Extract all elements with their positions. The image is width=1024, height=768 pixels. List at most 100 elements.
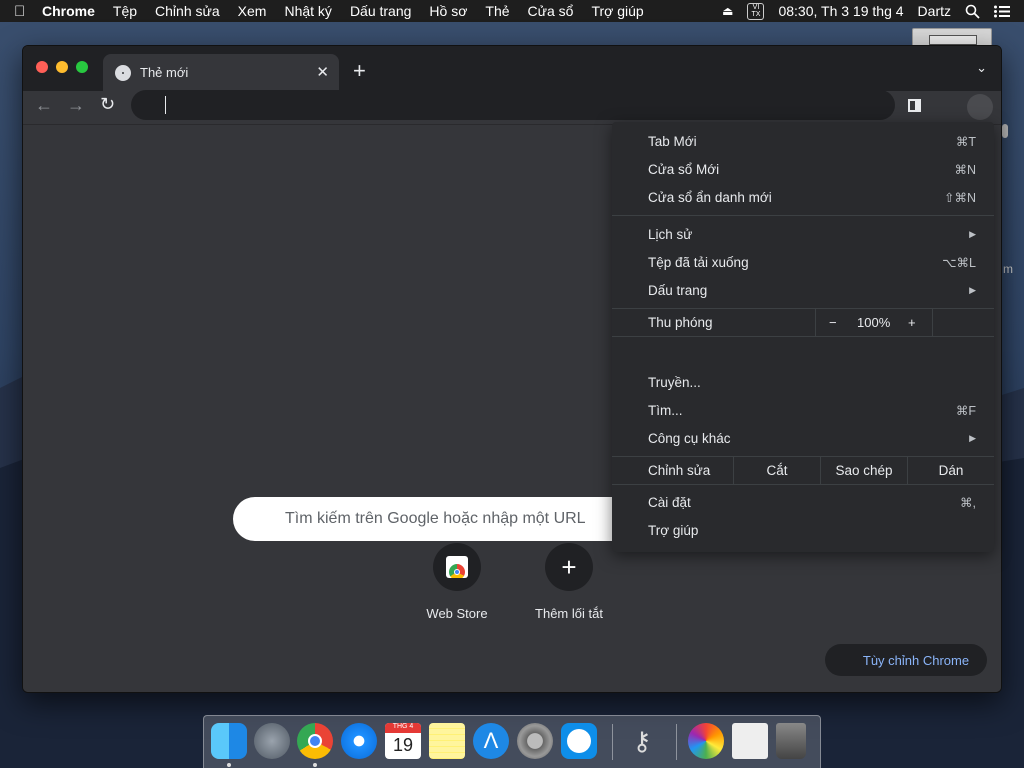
cut-button[interactable]: Cắt [734, 456, 820, 484]
menu-item-zoom: Thu phóng − 100% + [612, 308, 994, 336]
menu-item-label: Cửa sổ Mới [648, 161, 720, 177]
menu-profiles[interactable]: Hồ sơ [429, 3, 467, 19]
tab-title: Thẻ mới [140, 65, 189, 80]
menu-item-edit: Chỉnh sửa Cắt Sao chép Dán [612, 456, 994, 484]
menu-item-label: Cửa sổ ẩn danh mới [648, 189, 772, 205]
menu-history[interactable]: Nhật ký [284, 3, 331, 19]
chrome-icon[interactable] [297, 723, 333, 759]
tab-new-tab[interactable]: Thẻ mới ✕ [103, 54, 339, 91]
menu-item-downloads[interactable]: Tệp đã tải xuống ⌥⌘L [612, 248, 994, 276]
menu-item-settings[interactable]: Cài đặt ⌘, [612, 488, 994, 516]
teamviewer-arrows-icon [567, 729, 591, 753]
menu-item-label: Truyền... [648, 374, 701, 390]
menu-item-label: Tìm... [648, 402, 683, 418]
menu-shortcut: ⇧⌘N [943, 190, 976, 205]
trash-icon[interactable] [776, 723, 806, 759]
menu-item-find[interactable]: Tìm... ⌘F [612, 396, 994, 424]
running-indicator [227, 763, 231, 767]
apple-icon[interactable]:  [14, 3, 42, 20]
zoom-level: 100% [857, 314, 891, 330]
menu-shortcut: ⌘F [955, 403, 976, 418]
launchpad-icon[interactable] [254, 723, 290, 759]
menu-shortcut: ⌘N [954, 162, 976, 177]
zoom-divider [815, 308, 816, 336]
safari-icon[interactable] [341, 723, 377, 759]
shortcut-add[interactable]: + Thêm lối tắt [509, 543, 629, 621]
menu-file[interactable]: Tệp [113, 3, 137, 19]
address-bar[interactable] [131, 90, 895, 120]
chrome-icon-center [308, 734, 322, 748]
search-box[interactable]: Tìm kiếm trên Google hoặc nhập một URL [233, 497, 653, 541]
menu-item-label: Lịch sử [648, 226, 693, 242]
menu-shortcut: ⌥⌘L [942, 255, 976, 270]
menu-shortcut: ⌘T [955, 134, 976, 149]
menu-clock[interactable]: 08:30, Th 3 19 thg 4 [778, 3, 903, 19]
chrome-menu-button[interactable] [967, 94, 993, 120]
paste-button[interactable]: Dán [908, 456, 994, 484]
shortcut-label: Thêm lối tắt [535, 606, 603, 621]
web-store-icon-container [433, 543, 481, 591]
menu-window[interactable]: Cửa sổ [528, 3, 574, 19]
menu-tab[interactable]: Thẻ [485, 3, 509, 19]
menu-item-label: Thu phóng [648, 314, 713, 330]
close-window-button[interactable] [36, 61, 48, 73]
desktop-edge-label: m [1003, 262, 1013, 276]
menu-view[interactable]: Xem [238, 3, 267, 19]
forward-arrow-icon[interactable]: → [67, 95, 85, 116]
input-method-bottom: TX [751, 11, 761, 18]
menu-user[interactable]: Dartz [918, 3, 951, 19]
menu-item-bookmarks[interactable]: Dấu trang ▶ [612, 276, 994, 304]
menu-item-label: Cài đặt [648, 494, 691, 510]
side-panel-icon[interactable] [908, 99, 921, 112]
notification-center-icon[interactable] [994, 5, 1010, 18]
menu-app-name[interactable]: Chrome [42, 3, 95, 19]
menu-item-label: Trợ giúp [648, 522, 699, 538]
customize-chrome-button[interactable]: Tùy chỉnh Chrome [825, 644, 987, 676]
window-controls [36, 61, 88, 73]
menu-separator [612, 484, 994, 485]
menu-bookmarks[interactable]: Dấu trang [350, 3, 411, 19]
zoom-out-button[interactable]: − [829, 308, 837, 336]
chrome-favicon-icon [115, 64, 131, 81]
spotlight-search-icon[interactable] [965, 4, 980, 19]
menu-item-cast[interactable]: Truyền... [612, 368, 994, 396]
menu-item-label: Tab Mới [648, 133, 697, 149]
keychain-icon[interactable]: ⚷ [624, 723, 660, 759]
menu-item-label: Dấu trang [648, 282, 708, 298]
app-store-icon[interactable]: Λ [473, 723, 509, 759]
menu-item-more-tools[interactable]: Công cụ khác ▶ [612, 424, 994, 452]
back-arrow-icon[interactable]: ← [35, 95, 53, 116]
dock: THG 4 19 Λ ⚷ [203, 715, 821, 768]
running-indicator [313, 763, 317, 767]
reload-icon[interactable]: ↻ [100, 94, 115, 115]
finder-icon[interactable] [211, 723, 247, 759]
menu-help[interactable]: Trợ giúp [591, 3, 643, 19]
system-preferences-icon[interactable] [517, 723, 553, 759]
menu-item-incognito[interactable]: Cửa sổ ẩn danh mới ⇧⌘N [612, 183, 994, 211]
menu-item-help[interactable]: Trợ giúp [612, 516, 994, 544]
calendar-icon[interactable]: THG 4 19 [385, 723, 421, 759]
menu-item-new-tab[interactable]: Tab Mới ⌘T [612, 127, 994, 155]
menu-item-new-window[interactable]: Cửa sổ Mới ⌘N [612, 155, 994, 183]
zoom-window-button[interactable] [76, 61, 88, 73]
menu-edit[interactable]: Chỉnh sửa [155, 3, 220, 19]
eject-icon[interactable]: ⏏ [722, 4, 733, 18]
notes-icon[interactable] [429, 723, 465, 759]
preview-icon[interactable] [732, 723, 768, 759]
zoom-in-button[interactable]: + [908, 308, 916, 336]
copy-button[interactable]: Sao chép [821, 456, 907, 484]
menu-item-history[interactable]: Lịch sử ▶ [612, 220, 994, 248]
teamviewer-icon[interactable] [561, 723, 597, 759]
tab-search-chevron-icon[interactable]: ⌄ [976, 60, 987, 76]
close-tab-icon[interactable]: ✕ [316, 63, 329, 81]
submenu-arrow-icon: ▶ [969, 432, 976, 443]
menu-item-label: Chỉnh sửa [648, 462, 711, 478]
menu-separator [612, 215, 994, 216]
mac-menu-bar:  Chrome Tệp Chỉnh sửa Xem Nhật ký Dấu t… [0, 0, 1024, 22]
photos-icon[interactable] [688, 723, 724, 759]
input-method-top: VI [752, 4, 760, 11]
minimize-window-button[interactable] [56, 61, 68, 73]
input-method-icon[interactable]: VI TX [747, 2, 765, 20]
new-tab-button[interactable]: + [353, 58, 366, 84]
shortcut-web-store[interactable]: Web Store [397, 543, 517, 621]
